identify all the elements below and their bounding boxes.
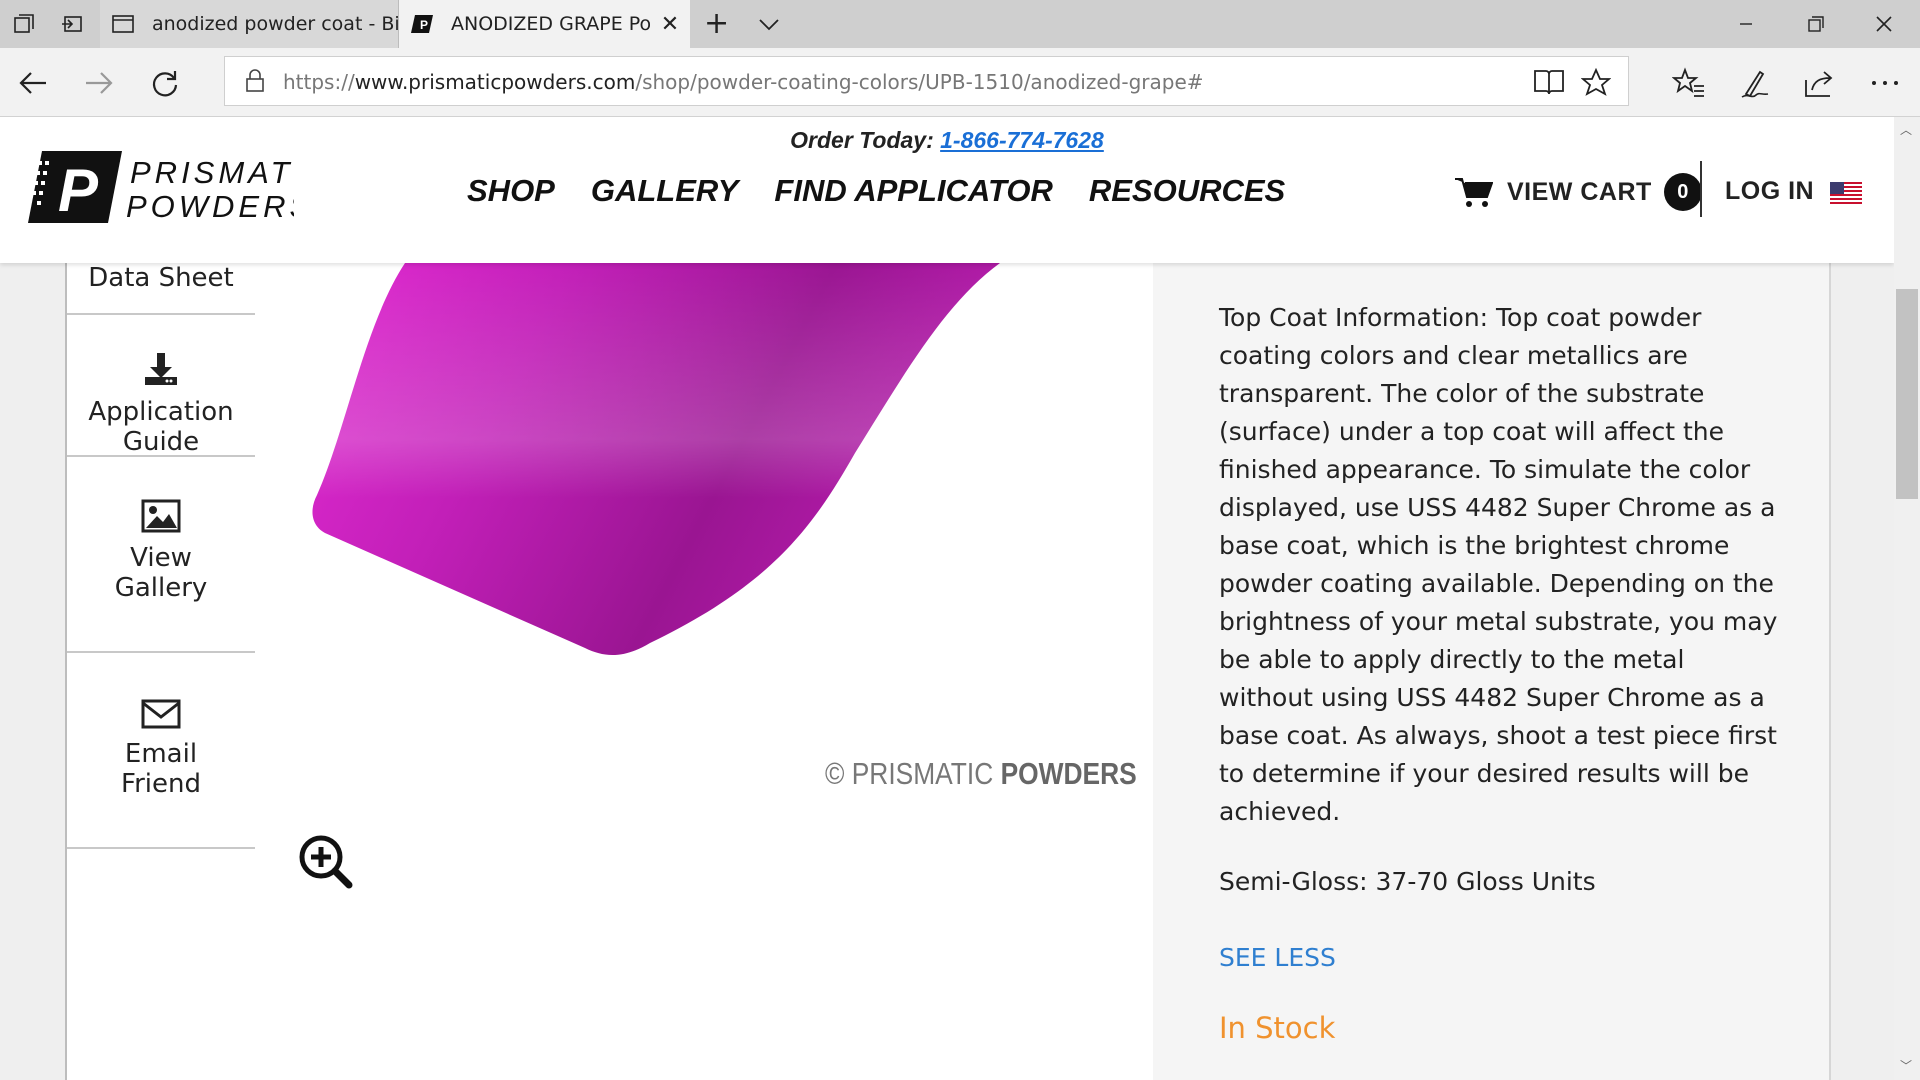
tab-title: ANODIZED GRAPE Pow [451,13,650,35]
application-guide-label-2: Guide [122,427,200,457]
nav-gallery[interactable]: GALLERY [591,173,739,209]
product-info-panel: Top Coat Information: Top coat powder co… [1153,263,1831,1080]
cart-count-badge: 0 [1663,173,1702,211]
svg-text:POWDERS: POWDERS [126,189,294,224]
nav-resources[interactable]: RESOURCES [1089,173,1285,209]
browser-nav-bar: https://www.prismaticpowders.com/shop/po… [0,48,1920,117]
reading-view-icon[interactable] [1533,68,1565,96]
pen-notes-icon[interactable] [1738,66,1772,100]
download-icon [145,353,177,385]
stock-status: In Stock [1219,1011,1336,1045]
view-gallery-label-2: Gallery [114,573,208,603]
product-actions-sidebar: Data Sheet Application Guide View Galler… [65,263,257,1080]
lock-icon [246,69,264,92]
product-image-area: © PRISMATIC POWDERS [255,263,1153,1080]
tab-manager-icon[interactable] [12,12,36,36]
favorite-star-icon[interactable] [1581,68,1611,96]
svg-text:P: P [420,18,428,32]
prismatic-favicon-icon: P [411,15,433,33]
more-options-icon[interactable] [1868,66,1902,100]
main-nav: SHOP GALLERY FIND APPLICATOR RESOURCES [467,173,1285,209]
url-text: https://www.prismaticpowders.com/shop/po… [283,70,1204,94]
set-aside-tabs-icon[interactable] [60,12,84,36]
share-icon[interactable] [1802,66,1836,100]
email-friend-link[interactable]: Email Friend [67,655,255,849]
minimize-icon[interactable] [1734,12,1758,36]
see-less-link[interactable]: SEE LESS [1219,943,1336,972]
prismatic-powders-logo[interactable]: P PRISMATIC POWDERS [28,147,294,227]
gloss-units: Semi-Gloss: 37-70 Gloss Units [1219,867,1596,896]
cart-label: VIEW CART [1507,177,1652,206]
login-link[interactable]: LOG IN [1725,177,1814,206]
order-label: Order Today: [790,127,934,153]
shopping-cart-icon [1455,178,1493,207]
nav-shop[interactable]: SHOP [467,173,555,209]
tab-title: anodized powder coat - Bin [152,13,398,35]
phone-link[interactable]: 1-866-774-7628 [940,127,1104,153]
email-friend-label-2: Friend [121,769,201,799]
data-sheet-link[interactable]: Data Sheet [67,263,255,315]
restore-icon[interactable] [1804,12,1828,36]
page-scrollbar[interactable]: ︿ ﹀ [1894,117,1920,1080]
view-cart-button[interactable]: VIEW CART 0 [1455,173,1702,211]
view-gallery-label-1: View [130,543,192,573]
header-divider [1700,161,1702,217]
chevron-down-icon[interactable] [758,14,780,34]
tab-bing-search[interactable]: anodized powder coat - Bin [100,0,399,48]
application-guide-label-1: Application [88,397,234,427]
product-swatch-image[interactable] [255,263,1153,783]
page-icon [112,15,134,33]
svg-text:PRISMATIC: PRISMATIC [130,155,294,190]
favorites-hub-icon[interactable] [1672,66,1706,100]
scroll-up-icon[interactable]: ︿ [1900,121,1912,138]
scrollbar-thumb[interactable] [1896,289,1918,499]
zoom-in-icon[interactable] [297,833,353,889]
copyright-watermark: © PRISMATIC POWDERS [825,756,1137,791]
page-viewport: Order Today: 1-866-774-7628 P PRISMATIC … [0,117,1894,1080]
email-friend-label-1: Email [124,739,198,769]
close-tab-icon[interactable]: ✕ [650,12,690,37]
us-flag-icon[interactable] [1830,182,1862,204]
new-tab-icon[interactable]: + [704,9,729,39]
back-icon[interactable] [16,66,50,100]
address-bar[interactable]: https://www.prismaticpowders.com/shop/po… [224,56,1629,106]
tab-anodized-grape[interactable]: P ANODIZED GRAPE Pow ✕ [399,0,690,48]
application-guide-link[interactable]: Application Guide [67,315,255,457]
refresh-icon[interactable] [148,66,182,100]
view-gallery-link[interactable]: View Gallery [67,459,255,653]
data-sheet-label: Data Sheet [88,263,234,293]
site-header: Order Today: 1-866-774-7628 P PRISMATIC … [0,117,1894,263]
email-envelope-icon [141,699,181,729]
nav-find-applicator[interactable]: FIND APPLICATOR [774,173,1052,209]
close-window-icon[interactable] [1872,12,1896,36]
svg-text:P: P [58,157,99,224]
image-icon [141,499,181,533]
product-description: Top Coat Information: Top coat powder co… [1219,303,1778,826]
browser-tab-bar: anodized powder coat - Bin P ANODIZED GR… [0,0,1920,48]
forward-icon[interactable] [82,66,116,100]
scroll-down-icon[interactable]: ﹀ [1900,1057,1912,1074]
